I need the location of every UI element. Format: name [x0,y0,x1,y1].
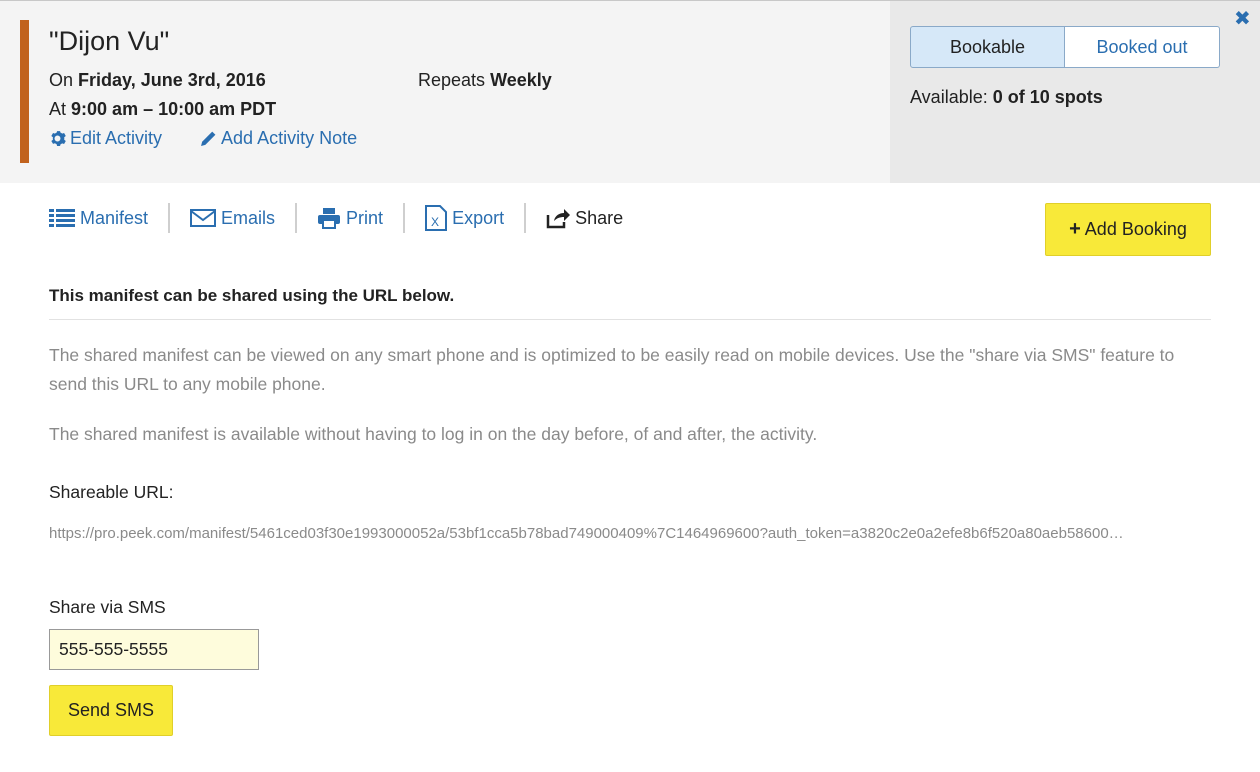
gear-icon [51,131,66,146]
edit-activity-link[interactable]: Edit Activity [49,128,162,149]
add-activity-note-link[interactable]: Add Activity Note [200,128,357,149]
activity-color-bar [20,20,29,163]
share-icon [546,209,571,229]
activity-links: Edit Activity Add Activity Note [49,128,357,149]
availability-text: Available: 0 of 10 spots [910,87,1103,107]
share-availability-note: The shared manifest is available without… [49,424,818,444]
plus-icon: + [1069,218,1081,240]
pencil-icon [201,131,216,146]
bookable-option[interactable]: Bookable [910,26,1065,68]
excel-file-icon: X [425,205,448,231]
share-heading: This manifest can be shared using the UR… [49,286,455,305]
tab-print[interactable]: Print [297,203,403,233]
send-sms-button[interactable]: Send SMS [49,685,173,736]
booked-out-option[interactable]: Booked out [1065,26,1220,68]
share-description: The shared manifest can be viewed on any… [49,345,1175,394]
sms-label: Share via SMS [49,597,166,617]
section-divider [49,319,1211,320]
shareable-url-label: Shareable URL: [49,482,174,502]
bookable-toggle: Bookable Booked out [910,26,1220,68]
svg-text:X: X [431,215,439,229]
activity-title: "Dijon Vu" [49,26,170,56]
activity-repeats: Repeats Weekly [418,70,552,90]
list-icon [49,209,75,227]
print-icon [318,208,341,229]
tab-share[interactable]: Share [526,203,643,233]
shareable-url[interactable]: https://pro.peek.com/manifest/5461ced03f… [49,525,1209,542]
tab-emails[interactable]: Emails [170,203,295,233]
close-icon[interactable]: ✖ [1234,6,1251,31]
manifest-tabs: Manifest Emails Print X Export Share [49,203,643,233]
add-booking-button[interactable]: + Add Booking [1045,203,1211,256]
phone-number-input[interactable] [49,629,259,670]
activity-time: At 9:00 am – 10:00 am PDT [49,99,277,119]
envelope-icon [190,209,217,227]
tab-manifest[interactable]: Manifest [49,203,168,233]
tab-export[interactable]: X Export [405,203,524,233]
activity-date: On Friday, June 3rd, 2016 [49,70,266,90]
